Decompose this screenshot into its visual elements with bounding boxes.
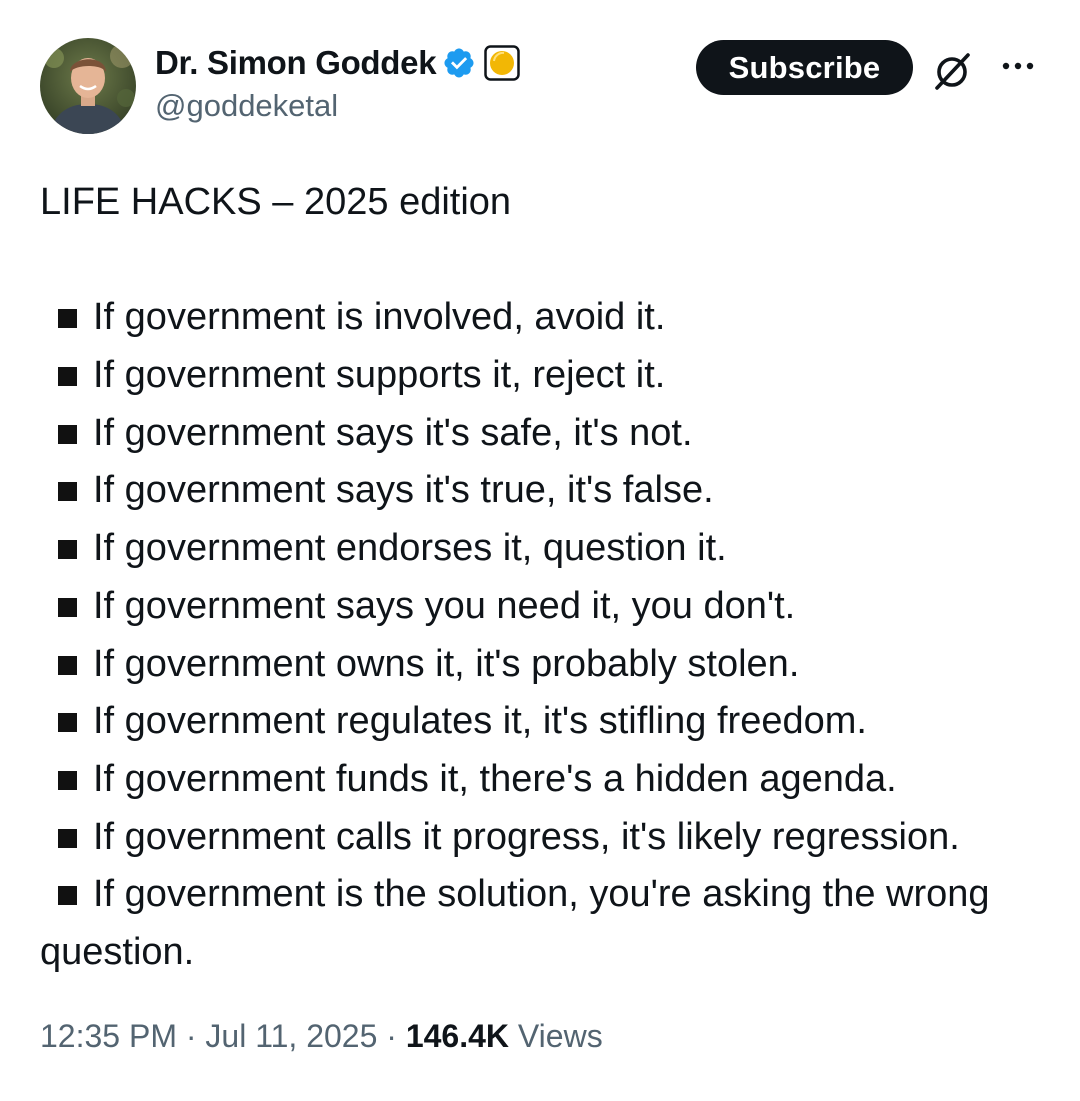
list-item: If government regulates it, it's stiflin… — [40, 693, 1040, 751]
list-item: If government says it's true, it's false… — [40, 462, 1040, 520]
list-item: If government funds it, there's a hidden… — [40, 751, 1040, 809]
list-item: If government is the solution, you're as… — [40, 866, 1040, 981]
list-item: If government supports it, reject it. — [40, 347, 1040, 405]
square-bullet-icon — [58, 828, 77, 848]
list-item: If government is involved, avoid it. — [40, 289, 1040, 347]
hack-text: If government supports it, reject it. — [93, 354, 666, 397]
more-options-icon[interactable] — [998, 56, 1038, 76]
meta-separator: · — [185, 1018, 197, 1054]
square-bullet-icon — [58, 424, 77, 444]
hack-text: If government endorses it, question it. — [93, 527, 727, 570]
hack-text: If government says it's safe, it's not. — [93, 411, 693, 454]
square-bullet-icon — [58, 482, 77, 502]
list-item: If government calls it progress, it's li… — [40, 809, 1040, 867]
tweet-meta: 12:35 PM · Jul 11, 2025 · 146.4K Views — [40, 1018, 603, 1055]
display-name[interactable]: Dr. Simon Goddek — [155, 44, 437, 82]
list-item: If government says you need it, you don'… — [40, 578, 1040, 636]
subscribe-button[interactable]: Subscribe — [696, 40, 913, 95]
avatar[interactable] — [40, 38, 136, 134]
hack-list: If government is involved, avoid it. If … — [40, 289, 1040, 981]
affiliate-badge-icon[interactable] — [484, 45, 520, 81]
views-label[interactable]: Views — [518, 1018, 603, 1054]
author-handle[interactable]: @goddeketal — [155, 88, 520, 124]
hack-text: If government is the solution, you're as… — [40, 873, 990, 974]
list-item: If government endorses it, question it. — [40, 520, 1040, 578]
square-bullet-icon — [58, 367, 77, 387]
meta-separator: · — [386, 1018, 397, 1054]
tweet-text: LIFE HACKS – 2025 edition If government … — [40, 174, 1040, 982]
tweet-date[interactable]: Jul 11, 2025 — [205, 1018, 377, 1054]
hack-text: If government regulates it, it's stiflin… — [93, 700, 867, 743]
tweet-time[interactable]: 12:35 PM — [40, 1018, 177, 1054]
verified-badge-icon[interactable] — [442, 46, 476, 80]
hack-text: If government owns it, it's probably sto… — [93, 642, 800, 685]
hack-text: If government funds it, there's a hidden… — [93, 758, 897, 800]
square-bullet-icon — [58, 771, 77, 790]
name-row: Dr. Simon Goddek — [155, 40, 520, 86]
square-bullet-icon — [58, 540, 77, 560]
square-bullet-icon — [58, 655, 77, 675]
square-bullet-icon — [58, 713, 77, 733]
hack-text: If government says it's true, it's false… — [93, 469, 714, 512]
square-bullet-icon — [58, 886, 77, 906]
list-item: If government owns it, it's probably sto… — [40, 636, 1040, 694]
author-identity: Dr. Simon Goddek @goddeketal — [155, 40, 520, 124]
views-count[interactable]: 146.4K — [406, 1018, 509, 1054]
hack-text: If government is involved, avoid it. — [93, 296, 666, 339]
square-bullet-icon — [58, 309, 77, 329]
list-item: If government says it's safe, it's not. — [40, 405, 1040, 463]
square-bullet-icon — [58, 597, 77, 617]
hack-text: If government says you need it, you don'… — [93, 584, 796, 627]
grok-icon[interactable] — [931, 50, 973, 92]
hack-text: If government calls it progress, it's li… — [93, 815, 960, 858]
tweet-headline: LIFE HACKS – 2025 edition — [40, 181, 512, 223]
tweet-header: Dr. Simon Goddek @goddeketal Subscribe — [40, 38, 1040, 138]
